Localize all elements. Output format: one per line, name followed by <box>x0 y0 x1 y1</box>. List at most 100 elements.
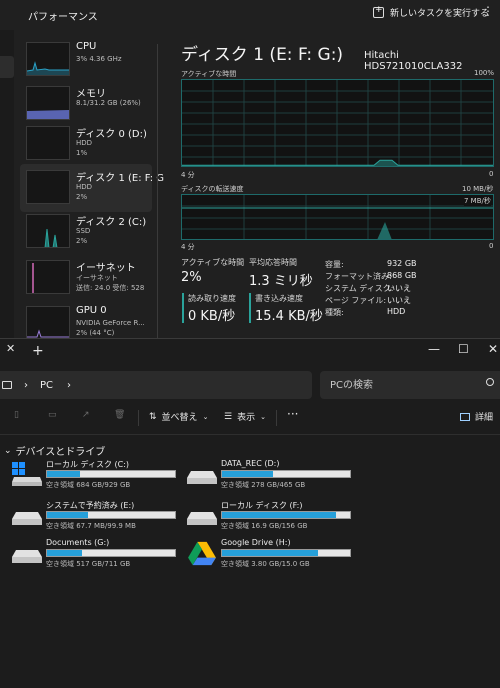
graph2-min: 0 <box>489 242 494 250</box>
page-title: パフォーマンス <box>28 12 98 23</box>
read-speed-value: 0 KB/秒 <box>188 309 236 324</box>
drive-free-space: 空き領域 517 GB/711 GB <box>46 560 131 568</box>
search-input[interactable] <box>330 376 480 394</box>
chevron-down-icon: ⌄ <box>202 412 209 421</box>
cpu-thumbnail-graph <box>26 42 70 76</box>
prop-key: 種類: <box>325 308 344 317</box>
title-bar: ✕ + — ☐ ✕ <box>0 339 500 367</box>
perf-item-ethernet[interactable]: イーサネット イーサネット 送信: 24.0 受信: 528 <box>20 254 152 302</box>
drive-name: DATA_REC (D:) <box>221 459 280 468</box>
sort-icon: ⇅ <box>149 411 157 422</box>
google-drive-icon <box>188 541 216 566</box>
maximize-icon[interactable]: ☐ <box>458 342 469 356</box>
new-tab-button[interactable]: + <box>32 343 44 359</box>
perf-item-cpu[interactable]: CPU 3% 4.36 GHz <box>20 36 152 84</box>
minimize-icon[interactable]: — <box>428 342 440 356</box>
perf-item-sub: 2% <box>76 193 88 201</box>
active-time-value: 2% <box>181 270 202 285</box>
drive-usage-bar <box>46 549 176 557</box>
run-new-task-button[interactable]: 新しいタスクを実行する <box>373 5 490 19</box>
drive-f[interactable]: ローカル ディスク (F:) 空き領域 16.9 GB/156 GB <box>186 500 356 532</box>
details-pane-icon <box>460 412 470 421</box>
sort-button[interactable]: ⇅ 並べ替え ⌄ <box>149 410 209 424</box>
write-speed-value: 15.4 KB/秒 <box>255 309 323 324</box>
active-time-graph <box>181 79 494 167</box>
drive-usage-bar <box>46 470 176 478</box>
breadcrumb-chevron-icon[interactable]: › <box>67 380 71 391</box>
perf-item-disk2[interactable]: ディスク 2 (C:) SSD 2% <box>20 208 152 256</box>
new-task-icon <box>373 5 384 18</box>
search-box[interactable] <box>320 371 500 399</box>
breadcrumb-pc[interactable]: PC <box>40 380 53 391</box>
drive-free-space: 空き領域 67.7 MB/99.9 MB <box>46 522 136 530</box>
drive-name: システムで予約済み (E:) <box>46 501 135 510</box>
perf-item-disk1[interactable]: ディスク 1 (E: F: G HDD 2% <box>20 164 164 212</box>
prop-key: フォーマット済み: <box>325 272 392 281</box>
nav-item-performance[interactable] <box>0 56 14 78</box>
avg-response-label: 平均応答時間 <box>249 258 297 267</box>
prop-value: HDD <box>387 307 406 316</box>
cut-icon[interactable]: ▯ <box>14 410 19 420</box>
avg-response-value: 1.3 ミリ秒 <box>249 274 313 289</box>
perf-item-sub: 3% 4.36 GHz <box>76 55 122 63</box>
graph2-label: ディスクの転送速度 <box>181 185 244 193</box>
drive-e[interactable]: システムで予約済み (E:) 空き領域 67.7 MB/99.9 MB <box>11 500 181 532</box>
delete-icon[interactable]: 🗑 <box>114 410 125 420</box>
drive-usage-fill <box>47 512 88 518</box>
perf-item-sub: 8.1/31.2 GB (26%) <box>76 99 141 107</box>
perf-item-sub: SSD <box>76 227 91 235</box>
graph1-time: 4 分 <box>181 171 195 179</box>
prop-value: いいえ <box>387 296 411 305</box>
drives-group-header[interactable]: ⌄ デバイスとドライブ <box>4 443 106 459</box>
prop-key: システム ディスク: <box>325 284 394 293</box>
gpu-thumbnail-graph <box>26 306 70 340</box>
drive-usage-bar <box>46 511 176 519</box>
explorer-window: ✕ + — ☐ ✕ › PC › ▯ ▭ ↗ 🗑 ⇅ 並べ替え ⌄ ☰ 表示 <box>0 338 500 688</box>
chevron-down-icon: ⌄ <box>260 412 266 421</box>
transfer-rate-graph <box>181 194 494 240</box>
sort-label: 並べ替え <box>161 413 198 423</box>
hard-drive-icon <box>187 471 217 484</box>
copy-icon[interactable]: ▭ <box>48 410 57 420</box>
hard-drive-icon <box>12 512 42 525</box>
drive-free-space: 空き領域 684 GB/929 GB <box>46 481 131 489</box>
share-icon[interactable]: ↗ <box>82 410 90 420</box>
perf-item-sub: NVIDIA GeForce R... <box>76 319 145 327</box>
group-title: デバイスとドライブ <box>15 447 106 458</box>
drive-name: ローカル ディスク (C:) <box>46 460 130 469</box>
graph2-ref-label: 7 MB/秒 <box>464 196 491 206</box>
close-tab-icon[interactable]: ✕ <box>6 342 15 355</box>
drive-h[interactable]: Google Drive (H:) 空き領域 3.80 GB/15.0 GB <box>186 538 356 570</box>
graph1-min: 0 <box>489 170 494 178</box>
details-button[interactable]: 詳細 <box>460 410 493 423</box>
nav-rail <box>0 30 14 338</box>
perf-item-sub: イーサネット <box>76 274 118 282</box>
view-button[interactable]: ☰ 表示 ⌄ <box>224 410 266 424</box>
disk1-thumbnail-graph <box>26 170 70 204</box>
graph1-label: アクティブな時間 <box>181 70 237 78</box>
perf-item-name: ディスク 0 (D:) <box>76 129 147 140</box>
drive-g[interactable]: Documents (G:) 空き領域 517 GB/711 GB <box>11 538 181 570</box>
performance-list: CPU 3% 4.36 GHz メモリ 8.1/31.2 GB (26%) ディ… <box>20 36 164 340</box>
perf-item-disk0[interactable]: ディスク 0 (D:) HDD 1% <box>20 120 152 168</box>
drive-d[interactable]: DATA_REC (D:) 空き領域 278 GB/465 GB <box>186 459 356 491</box>
drive-name: Documents (G:) <box>46 538 110 547</box>
more-options-icon[interactable]: ··· <box>287 407 298 421</box>
drive-name: Google Drive (H:) <box>221 538 291 547</box>
prop-value: いいえ <box>387 284 411 293</box>
close-icon[interactable]: ✕ <box>488 342 498 356</box>
perf-item-sub: 2% <box>76 237 88 245</box>
run-new-task-label: 新しいタスクを実行する <box>390 9 490 19</box>
ethernet-thumbnail-graph <box>26 260 70 294</box>
command-bar: ▯ ▭ ↗ 🗑 ⇅ 並べ替え ⌄ ☰ 表示 ⌄ ··· 詳細 <box>0 401 500 435</box>
graph1-max: 100% <box>474 69 495 77</box>
disk-detail-title: ディスク 1 (E: F: G:) <box>181 45 344 65</box>
address-bar[interactable]: › PC › <box>0 371 312 399</box>
address-row: › PC › <box>0 371 500 401</box>
breadcrumb-chevron-icon[interactable]: › <box>24 380 28 391</box>
ellipsis-icon[interactable]: ⋮ <box>482 4 494 18</box>
prop-value: 868 GB <box>387 271 417 280</box>
drive-c[interactable]: ローカル ディスク (C:) 空き領域 684 GB/929 GB <box>11 459 181 491</box>
write-speed-label: 書き込み速度 <box>255 294 303 303</box>
view-icon: ☰ <box>224 411 233 422</box>
